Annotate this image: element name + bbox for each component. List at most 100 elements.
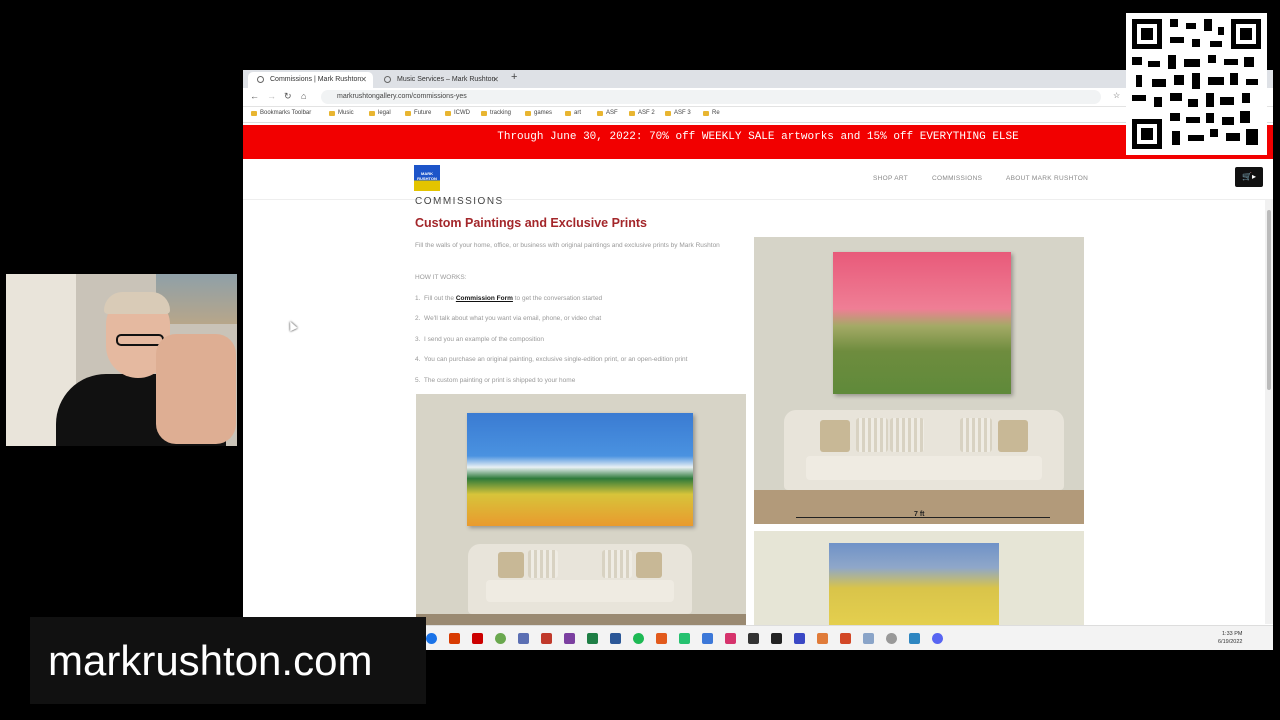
url-field[interactable]: markrushtongallery.com/commissions-yes: [321, 90, 1101, 104]
app-icon[interactable]: [817, 633, 828, 644]
spotify-icon[interactable]: [633, 633, 644, 644]
sale-banner-text: Through June 30, 2022: 70% off WEEKLY SA…: [497, 131, 1019, 143]
audio-app-icon[interactable]: [472, 633, 483, 644]
bookmark-item[interactable]: Future: [405, 110, 431, 116]
step-item: 1. Fill out the Commission Form to get t…: [415, 295, 602, 302]
step-number: 5.: [415, 377, 421, 384]
app-icon[interactable]: [771, 633, 782, 644]
calculator-icon[interactable]: [702, 633, 713, 644]
person-hair: [104, 292, 170, 314]
close-tab-icon[interactable]: ✕: [492, 72, 499, 88]
excel-icon[interactable]: [587, 633, 598, 644]
back-icon[interactable]: ←: [250, 91, 259, 101]
step-text: We'll talk about what you want via email…: [424, 315, 602, 322]
app-icon[interactable]: [863, 633, 874, 644]
tab-label: Commissions | Mark Rushton: [270, 76, 362, 83]
tab-label: Music Services – Mark Rushton: [397, 76, 496, 83]
how-it-works-label: HOW IT WORKS:: [415, 274, 467, 281]
app-icon[interactable]: [495, 633, 506, 644]
room-mockup-image: 7 ft: [754, 237, 1084, 524]
logo-text: MARK RUSHTON: [417, 171, 437, 181]
website-url-overlay: markrushton.com: [48, 637, 373, 684]
star-icon[interactable]: ☆: [1113, 91, 1120, 100]
step-number: 4.: [415, 356, 421, 363]
tab-bar: Commissions | Mark Rushton ✕ Music Servi…: [243, 70, 1273, 88]
tab-commissions[interactable]: Commissions | Mark Rushton ✕: [248, 72, 373, 88]
onenote-icon[interactable]: [564, 633, 575, 644]
sofa: [784, 410, 1064, 490]
app-icon[interactable]: [794, 633, 805, 644]
taskbar-clock[interactable]: 1:33 PM 6/19/2022: [1218, 630, 1242, 646]
site-logo[interactable]: MARK RUSHTON: [414, 165, 440, 191]
bookmark-item[interactable]: art: [565, 110, 581, 116]
app-icon[interactable]: [725, 633, 736, 644]
app-icon[interactable]: [541, 633, 552, 644]
glasses-icon: [116, 334, 164, 346]
step-text: Fill out the: [424, 295, 455, 302]
qr-code: [1126, 13, 1267, 155]
sale-banner: Through June 30, 2022: 70% off WEEKLY SA…: [243, 125, 1273, 159]
bookmarks-bar: Bookmarks Toolbar Music legal Future ICW…: [243, 107, 1273, 123]
intro-text: Fill the walls of your home, office, or …: [415, 242, 720, 249]
powerpoint-icon[interactable]: [840, 633, 851, 644]
room-mockup-image: [754, 531, 1084, 625]
bookmark-item[interactable]: ASF 2: [629, 110, 655, 116]
bookmark-item[interactable]: Bookmarks Toolbar: [251, 110, 311, 116]
bookmark-item[interactable]: ICWD: [445, 110, 470, 116]
step-item: 4. You can purchase an original painting…: [415, 356, 687, 363]
page-scrollbar-thumb[interactable]: [1267, 210, 1271, 390]
office-icon[interactable]: [449, 633, 460, 644]
bookmark-item[interactable]: Music: [329, 110, 354, 116]
step-number: 1.: [415, 295, 421, 302]
new-tab-button[interactable]: +: [511, 71, 517, 83]
step-number: 2.: [415, 315, 421, 322]
word-icon[interactable]: [610, 633, 621, 644]
bookmark-item[interactable]: games: [525, 110, 552, 116]
close-tab-icon[interactable]: ✕: [360, 72, 367, 88]
brave-icon[interactable]: [656, 633, 667, 644]
step-item: 3. I send you an example of the composit…: [415, 336, 544, 343]
bookmark-item[interactable]: tracking: [481, 110, 511, 116]
commission-form-link[interactable]: Commission Form: [456, 295, 513, 302]
nav-about[interactable]: ABOUT MARK RUSHTON: [1006, 175, 1088, 182]
nav-commissions[interactable]: COMMISSIONS: [932, 175, 982, 182]
globe-icon: [257, 76, 264, 83]
person-hand: [156, 334, 236, 444]
chrome-icon[interactable]: [426, 633, 437, 644]
tab-music-services[interactable]: Music Services – Mark Rushton ✕: [375, 72, 505, 88]
room-mockup-image: [416, 394, 746, 625]
webcam-overlay: [6, 274, 237, 446]
painting-blue-landscape: [467, 413, 693, 526]
floor: [754, 490, 1084, 524]
sofa: [468, 544, 692, 614]
step-text: to get the conversation started: [514, 295, 603, 302]
forward-icon[interactable]: →: [267, 91, 276, 101]
clock-time: 1:33 PM: [1221, 631, 1243, 637]
reload-icon[interactable]: ↻: [284, 91, 292, 102]
app-icon[interactable]: [886, 633, 897, 644]
browser-window: Commissions | Mark Rushton ✕ Music Servi…: [243, 70, 1273, 650]
bookmark-item[interactable]: Re: [703, 110, 720, 116]
step-text: You can purchase an original painting, e…: [423, 356, 688, 363]
app-icon[interactable]: [518, 633, 529, 644]
discord-icon[interactable]: [932, 633, 943, 644]
clock-date: 6/19/2022: [1218, 639, 1243, 645]
app-icon[interactable]: [748, 633, 759, 644]
nav-shop-art[interactable]: SHOP ART: [873, 175, 908, 182]
step-item: 5. The custom painting or print is shipp…: [415, 377, 575, 384]
address-bar-row: ← → ↻ ⌂ markrushtongallery.com/commissio…: [243, 88, 1273, 107]
section-title: COMMISSIONS: [415, 196, 504, 207]
home-icon[interactable]: ⌂: [301, 91, 306, 101]
step-text: I send you an example of the composition: [424, 336, 545, 343]
app-icon[interactable]: [679, 633, 690, 644]
bookmark-item[interactable]: ASF 3: [665, 110, 691, 116]
step-number: 3.: [415, 336, 421, 343]
floor: [416, 614, 746, 625]
dimension-label: 7 ft: [914, 511, 925, 518]
bookmark-item[interactable]: ASF: [597, 110, 618, 116]
step-item: 2. We'll talk about what you want via em…: [415, 315, 601, 322]
step-text: The custom painting or print is shipped …: [423, 377, 576, 384]
photos-icon[interactable]: [909, 633, 920, 644]
bookmark-item[interactable]: legal: [369, 110, 391, 116]
cart-button[interactable]: 🛒▸: [1235, 167, 1263, 187]
